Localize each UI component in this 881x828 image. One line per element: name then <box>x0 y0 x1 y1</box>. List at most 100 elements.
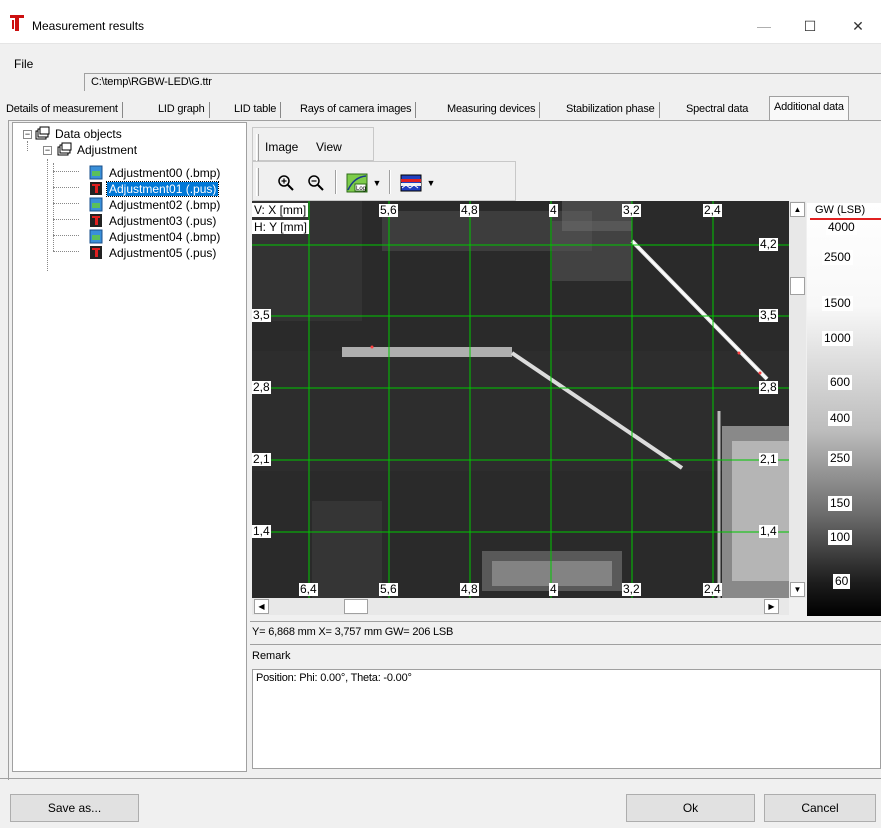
menu-image[interactable]: Image <box>265 140 298 154</box>
image-menu-bar: Image View <box>252 127 374 162</box>
maximize-button[interactable]: ☐ <box>787 8 833 44</box>
top-tick: 4 <box>549 203 558 217</box>
log-scale-dropdown[interactable]: ▼ <box>371 172 383 194</box>
colorbar-value: 150 <box>828 496 853 511</box>
colorbar-value: 1000 <box>822 331 853 346</box>
data-objects-folder-icon <box>35 126 50 140</box>
colorbar-value: 60 <box>833 574 851 589</box>
top-tick: 2,4 <box>703 203 722 217</box>
save-as-button[interactable]: Save as... <box>10 794 139 822</box>
colorbar-title: GW (LSB) <box>815 204 866 216</box>
collapse-toggle-adjustment[interactable]: − <box>43 146 52 155</box>
zoom-out-button[interactable] <box>305 172 327 194</box>
tree-item-adjustment04[interactable]: Adjustment04 (.bmp) <box>107 229 222 245</box>
menu-view[interactable]: View <box>316 140 342 154</box>
measurement-results-window: Measurement results — ☐ ✕ File C:\temp\R… <box>0 0 881 828</box>
collapse-toggle-data-objects[interactable]: − <box>23 130 32 139</box>
tree-item-adjustment02[interactable]: Adjustment02 (.bmp) <box>107 197 222 213</box>
pus-file-icon <box>90 182 102 195</box>
bmp-file-icon <box>89 229 103 244</box>
tab-stabilization-phase[interactable]: Stabilization phase <box>562 102 660 118</box>
bmp-file-icon <box>89 197 103 212</box>
colorbar-value: 4000 <box>826 220 857 235</box>
log-scale-button[interactable]: Log <box>345 172 369 194</box>
right-tick: 1,4 <box>759 524 778 538</box>
bottom-tick: 4,8 <box>460 582 479 596</box>
top-tick: 3,2 <box>622 203 641 217</box>
bottom-tick: 6,4 <box>299 582 318 596</box>
file-path-field[interactable]: C:\temp\RGBW-LED\G.ttr <box>84 73 881 91</box>
menubar-grip[interactable] <box>256 134 259 162</box>
colorbar-value: 250 <box>828 451 853 466</box>
top-tick: 4,8 <box>460 203 479 217</box>
tree-node-adjustment[interactable]: Adjustment <box>75 142 139 158</box>
image-toolbar: Log ▼ ▼ <box>252 161 516 201</box>
pus-file-icon <box>90 246 102 259</box>
scroll-up-button[interactable]: ▲ <box>790 202 805 217</box>
tab-measuring-devices[interactable]: Measuring devices <box>443 102 541 118</box>
tab-lid-graph[interactable]: LID graph <box>154 102 210 118</box>
toolbar-separator <box>335 170 337 194</box>
left-tick: 2,1 <box>252 452 271 466</box>
top-tick: 5,6 <box>379 203 398 217</box>
remark-label: Remark <box>252 650 291 662</box>
palette-icon <box>400 174 422 192</box>
app-logo-icon <box>10 15 24 31</box>
horizontal-scrollbar[interactable]: ◀ ▶ <box>252 598 789 615</box>
toolbar-grip[interactable] <box>256 168 259 196</box>
data-objects-tree[interactable]: − Data objects − Adjustment Adjustment00… <box>12 122 247 772</box>
left-tick: 3,5 <box>252 308 271 322</box>
tree-item-adjustment01[interactable]: Adjustment01 (.pus) <box>105 181 220 197</box>
left-tick: 2,8 <box>252 380 271 394</box>
tree-item-adjustment00[interactable]: Adjustment00 (.bmp) <box>107 165 222 181</box>
scroll-down-button[interactable]: ▼ <box>790 582 805 597</box>
title-bar: Measurement results — ☐ ✕ <box>0 0 881 44</box>
tree-item-adjustment05[interactable]: Adjustment05 (.pus) <box>107 245 218 261</box>
scroll-right-button[interactable]: ▶ <box>764 599 779 614</box>
horizontal-scroll-thumb[interactable] <box>344 599 368 614</box>
tab-rays-of-camera-images[interactable]: Rays of camera images <box>296 102 417 118</box>
bmp-file-icon <box>89 165 103 180</box>
adjustment-folder-icon <box>57 142 72 156</box>
tree-item-adjustment03[interactable]: Adjustment03 (.pus) <box>107 213 218 229</box>
pus-file-icon <box>90 214 102 227</box>
colorbar-value: 1500 <box>822 296 853 311</box>
camera-image-view[interactable]: V: X [mm] H: Y [mm] 5,6 4,8 4 3,2 2,4 6,… <box>252 201 789 598</box>
bottom-tick: 5,6 <box>379 582 398 596</box>
tree-node-data-objects[interactable]: Data objects <box>53 126 124 142</box>
close-button[interactable]: ✕ <box>835 8 881 44</box>
remark-textarea[interactable]: Position: Phi: 0.00°, Theta: -0.00° <box>252 669 881 769</box>
vertical-scrollbar[interactable]: ▲ ▼ <box>789 201 806 598</box>
colorbar-value: 400 <box>828 411 853 426</box>
minimize-button[interactable]: — <box>741 8 787 44</box>
toolbar-separator <box>389 170 391 194</box>
scroll-left-button[interactable]: ◀ <box>254 599 269 614</box>
vertical-scroll-thumb[interactable] <box>790 277 805 295</box>
bottom-tick: 4 <box>549 582 558 596</box>
v-axis-label: V: X [mm] <box>252 203 309 217</box>
file-label: File <box>14 57 34 71</box>
log-scale-icon: Log <box>346 173 368 193</box>
palette-dropdown[interactable]: ▼ <box>425 172 437 194</box>
tab-lid-table[interactable]: LID table <box>230 102 282 118</box>
cancel-button[interactable]: Cancel <box>764 794 876 822</box>
palette-button[interactable] <box>399 172 423 194</box>
h-axis-label: H: Y [mm] <box>252 220 309 234</box>
tab-details-of-measurement[interactable]: Details of measurement <box>2 102 123 118</box>
zoom-in-button[interactable] <box>275 172 297 194</box>
colorbar-value: 2500 <box>822 250 853 265</box>
bottom-tick: 3,2 <box>622 582 641 596</box>
colorbar-value: 600 <box>828 375 853 390</box>
tab-spectral-data[interactable]: Spectral data <box>682 102 752 118</box>
bottom-separator <box>0 778 881 779</box>
window-title: Measurement results <box>32 19 145 33</box>
colorbar-value: 100 <box>828 530 853 545</box>
tab-additional-data[interactable]: Additional data <box>769 96 849 120</box>
zoom-out-icon <box>308 175 324 191</box>
left-tick: 1,4 <box>252 524 271 538</box>
ok-button[interactable]: Ok <box>626 794 755 822</box>
svg-text:Log: Log <box>356 186 366 192</box>
zoom-in-icon <box>278 175 294 191</box>
camera-image <box>252 201 789 598</box>
right-tick: 2,8 <box>759 380 778 394</box>
